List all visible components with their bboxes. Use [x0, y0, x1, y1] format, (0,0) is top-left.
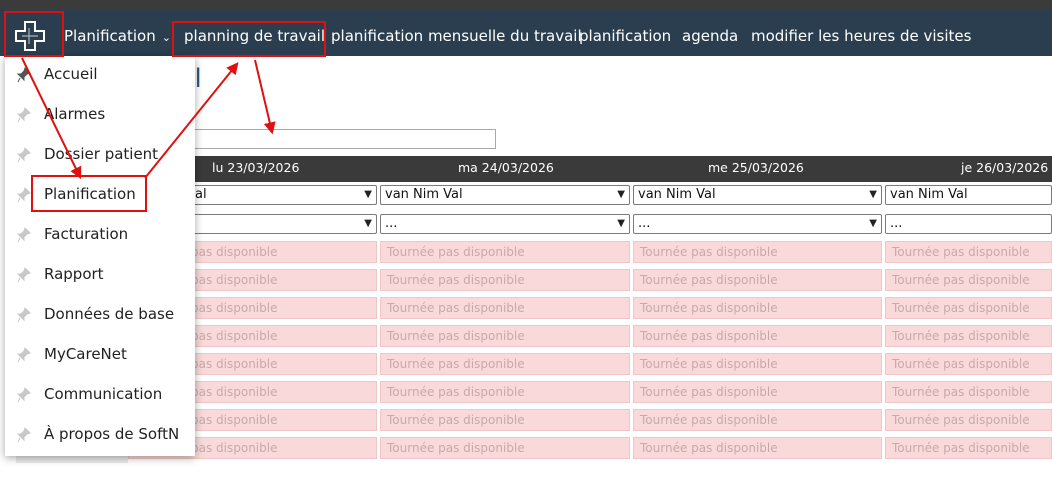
tour-unavailable-cell[interactable]: Tournée pas disponible: [380, 297, 630, 319]
menu-item-alarmes[interactable]: Alarmes: [5, 96, 195, 136]
module-menu-toggle[interactable]: Planification ⌄: [64, 26, 171, 48]
menu-item-dossier-patient[interactable]: Dossier patient: [5, 136, 195, 176]
tour-unavailable-cell[interactable]: Tournée pas disponible: [380, 353, 630, 375]
pin-icon[interactable]: [17, 67, 31, 83]
tour-unavailable-cell[interactable]: Tournée pas disponible: [885, 353, 1052, 375]
tour-unavailable-cell[interactable]: Tournée pas disponible: [885, 409, 1052, 431]
menu-item-accueil[interactable]: Accueil: [5, 56, 195, 96]
tour-select[interactable]: ... ▼: [380, 214, 630, 234]
pin-icon[interactable]: [17, 307, 31, 323]
tour-unavailable-cell[interactable]: Tournée pas disponible: [633, 297, 882, 319]
chevron-down-icon: ▼: [869, 189, 877, 200]
module-dropdown-menu: Accueil Alarmes Dossier patient Planific…: [5, 56, 195, 456]
nav-link-planification-mensuelle[interactable]: planification mensuelle du travail: [331, 26, 582, 46]
nurse-select[interactable]: van Nim Val ▼: [633, 185, 882, 205]
tour-unavailable-cell[interactable]: Tournée pas disponible: [885, 325, 1052, 347]
pin-icon[interactable]: [17, 347, 31, 363]
tour-unavailable-cell[interactable]: Tournée pas disponible: [380, 381, 630, 403]
chevron-down-icon: ▼: [364, 189, 372, 200]
menu-item-a-propos[interactable]: À propos de SoftN: [5, 416, 195, 456]
pin-icon[interactable]: [17, 107, 31, 123]
tour-unavailable-cell[interactable]: Tournée pas disponible: [885, 297, 1052, 319]
tour-unavailable-cell[interactable]: Tournée pas disponible: [633, 353, 882, 375]
pin-icon[interactable]: [17, 227, 31, 243]
chevron-down-icon: ⌄: [161, 31, 171, 44]
chevron-down-icon: ▼: [617, 218, 625, 229]
tour-unavailable-cell[interactable]: Tournée pas disponible: [633, 409, 882, 431]
tour-unavailable-cell[interactable]: Tournée pas disponible: [885, 381, 1052, 403]
module-label: Planification: [64, 27, 156, 45]
arrow-tab-to-content: [254, 59, 276, 135]
day-header: je 26/03/2026: [961, 160, 1049, 175]
nav-link-planification[interactable]: planification: [579, 26, 671, 46]
tour-unavailable-cell[interactable]: Tournée pas disponible: [633, 241, 882, 263]
nurse-select[interactable]: van Nim Val ▼: [380, 185, 630, 205]
tour-unavailable-cell[interactable]: Tournée pas disponible: [633, 381, 882, 403]
pin-icon[interactable]: [17, 427, 31, 443]
active-tab-caret: [242, 57, 252, 63]
tour-unavailable-cell[interactable]: Tournée pas disponible: [380, 269, 630, 291]
nav-link-agenda[interactable]: agenda: [682, 26, 738, 46]
chevron-down-icon: ▼: [617, 189, 625, 200]
top-navbar: Planification ⌄ planning de travail plani…: [0, 10, 1052, 63]
tour-unavailable-cell[interactable]: Tournée pas disponible: [380, 241, 630, 263]
pin-icon[interactable]: [17, 267, 31, 283]
pin-icon[interactable]: [17, 387, 31, 403]
chevron-down-icon: ▼: [869, 218, 877, 229]
nurse-select[interactable]: van Nim Val: [885, 185, 1052, 205]
menu-item-communication[interactable]: Communication: [5, 376, 195, 416]
chevron-down-icon: ▼: [364, 218, 372, 229]
annotation-box-planning-de-travail: [172, 21, 326, 57]
annotation-box-planification: [31, 175, 147, 212]
pin-icon[interactable]: [17, 187, 31, 203]
tour-select[interactable]: ... ▼: [633, 214, 882, 234]
tour-unavailable-cell[interactable]: Tournée pas disponible: [633, 325, 882, 347]
menu-item-donnees-de-base[interactable]: Données de base: [5, 296, 195, 336]
menu-item-facturation[interactable]: Facturation: [5, 216, 195, 256]
tour-unavailable-cell[interactable]: Tournée pas disponible: [633, 437, 882, 459]
day-header: ma 24/03/2026: [458, 160, 554, 175]
tour-unavailable-cell[interactable]: Tournée pas disponible: [885, 241, 1052, 263]
nav-link-modifier-heures[interactable]: modifier les heures de visites: [751, 26, 971, 46]
browser-bar: [0, 0, 1052, 10]
tour-unavailable-cell[interactable]: Tournée pas disponible: [885, 437, 1052, 459]
menu-item-rapport[interactable]: Rapport: [5, 256, 195, 296]
tour-unavailable-cell[interactable]: Tournée pas disponible: [380, 437, 630, 459]
day-header: lu 23/03/2026: [212, 160, 300, 175]
tour-unavailable-cell[interactable]: Tournée pas disponible: [380, 409, 630, 431]
day-header: me 25/03/2026: [708, 160, 804, 175]
tour-unavailable-cell[interactable]: Tournée pas disponible: [885, 269, 1052, 291]
schedule-header: lu 23/03/2026 ma 24/03/2026 me 25/03/202…: [128, 156, 1052, 182]
tour-select[interactable]: ...: [885, 214, 1052, 234]
pin-icon[interactable]: [17, 147, 31, 163]
annotation-box-logo: [4, 11, 64, 57]
menu-item-mycarenet[interactable]: MyCareNet: [5, 336, 195, 376]
tour-unavailable-cell[interactable]: Tournée pas disponible: [633, 269, 882, 291]
tour-unavailable-cell[interactable]: Tournée pas disponible: [380, 325, 630, 347]
